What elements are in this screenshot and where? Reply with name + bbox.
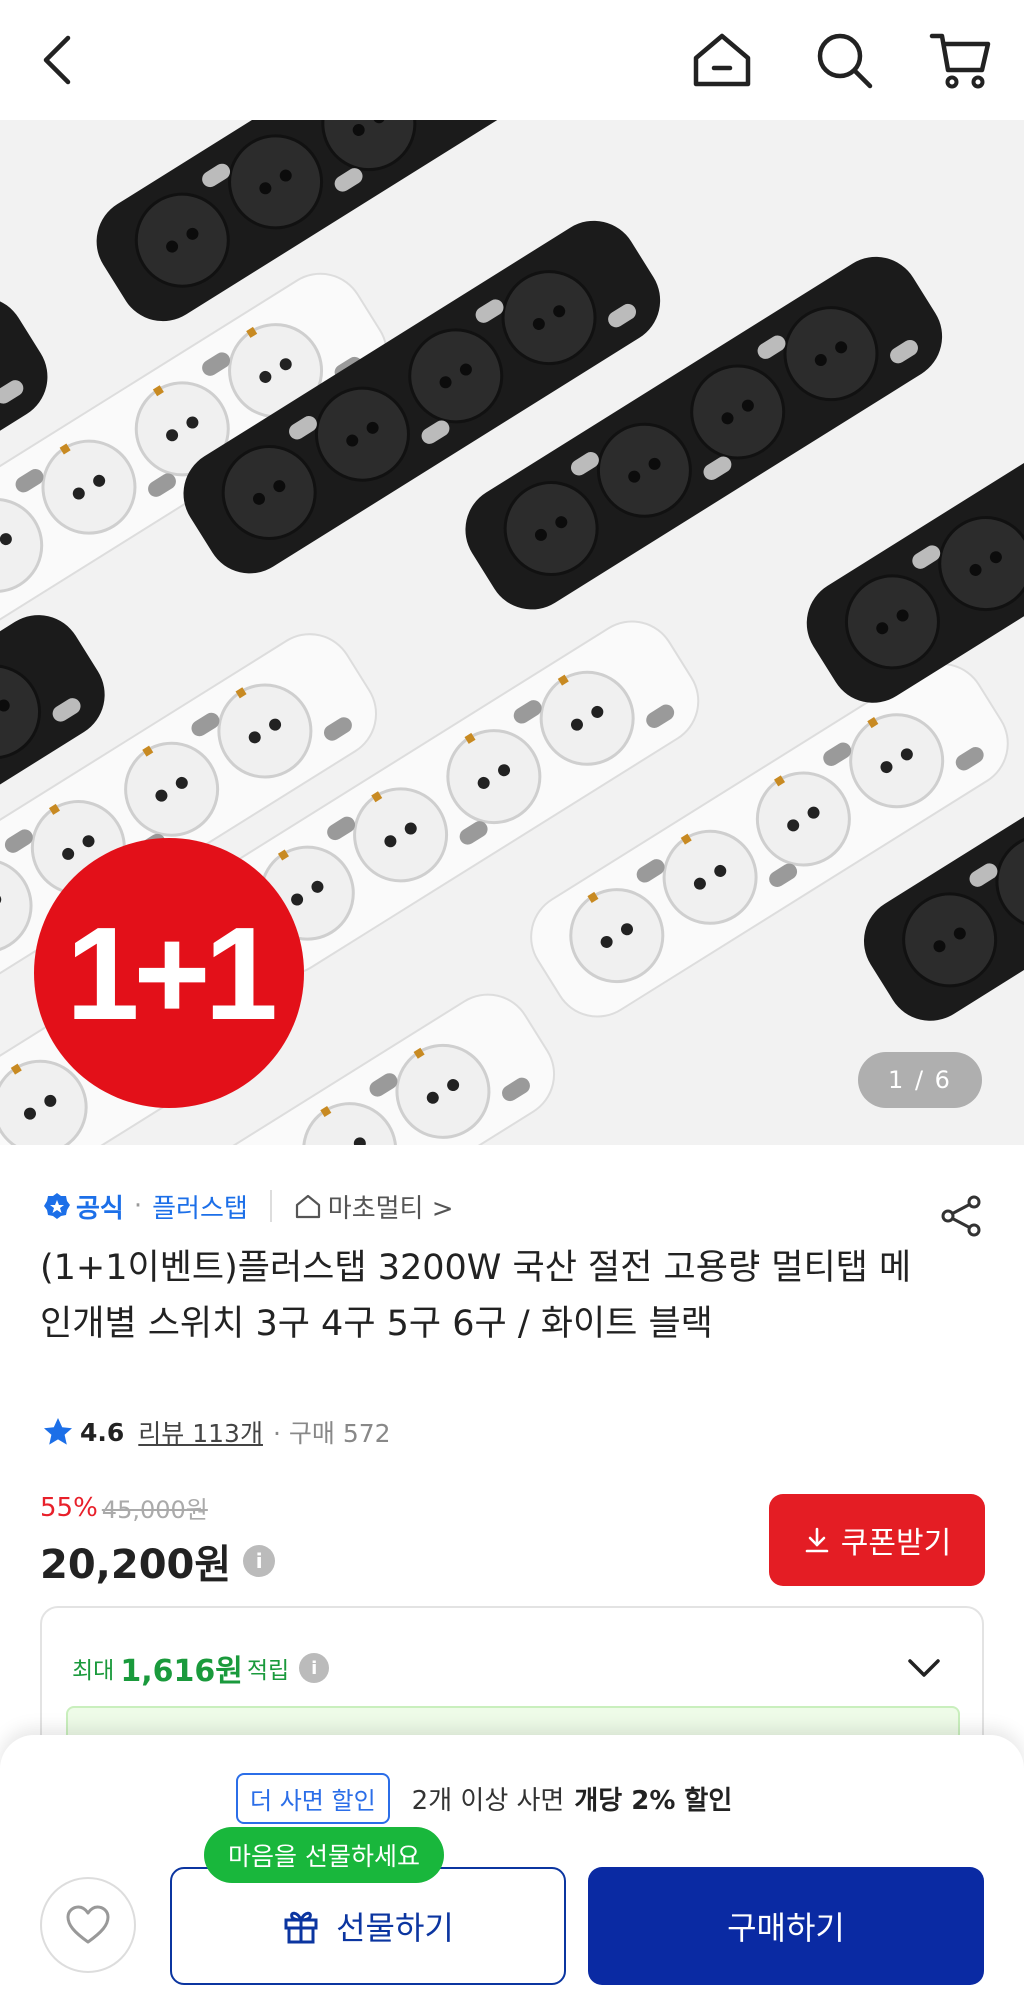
reviews-link[interactable]: 리뷰 113개 [138, 1414, 263, 1450]
share-button[interactable] [940, 1194, 984, 1238]
one-plus-one-badge: 1+1 [34, 838, 304, 1108]
star-icon [44, 1418, 72, 1445]
points-info-icon[interactable]: i [299, 1653, 330, 1683]
price-info-icon[interactable]: i [243, 1545, 276, 1577]
bulk-discount-rate: 개당 2% 할인 [574, 1786, 733, 1816]
heart-icon [66, 1905, 110, 1944]
final-price: 20,200원 [40, 1542, 232, 1588]
shop-name: 마초멀티 > [327, 1193, 454, 1224]
gift-button-label: 선물하기 [336, 1909, 454, 1947]
cart-icon [929, 33, 991, 89]
badge-check-icon [44, 1193, 70, 1219]
back-button[interactable] [28, 28, 92, 92]
home-icon [693, 33, 751, 87]
top-app-bar [0, 0, 1024, 120]
image-counter: 1 / 6 [858, 1052, 982, 1108]
seller-row: 공식 · 플러스탭 마초멀티 > [42, 1186, 454, 1226]
bulk-discount-text: 2개 이상 사면 [411, 1786, 565, 1816]
bulk-discount-row: 더 사면 할인 2개 이상 사면 개당 2% 할인 [236, 1773, 732, 1824]
product-title: (1+1이벤트)플러스탭 3200W 국산 절전 고용량 멀티탭 메인개별 스위… [40, 1248, 912, 1344]
search-button[interactable] [812, 28, 876, 92]
official-label: 공식 [76, 1193, 124, 1224]
purchase-count: · 구매 572 [272, 1419, 391, 1448]
points-row[interactable]: 최대 1,616원 적립 i [72, 1646, 330, 1690]
original-price: 45,000원 [101, 1496, 208, 1524]
buy-button[interactable]: 구매하기 [588, 1867, 984, 1985]
divider [269, 1190, 272, 1222]
official-badge: 공식 [42, 1188, 124, 1225]
share-icon [941, 1195, 981, 1237]
rating-score: 4.6 [80, 1417, 125, 1447]
separator-dot: · [133, 1191, 143, 1221]
home-button[interactable] [690, 28, 754, 92]
brand-link[interactable]: 플러스탭 [152, 1188, 248, 1225]
chevron-left-icon [43, 35, 71, 85]
points-prefix: 최대 [72, 1658, 115, 1684]
coupon-button[interactable]: 쿠폰받기 [769, 1494, 985, 1586]
points-amount: 1,616원 [120, 1654, 243, 1689]
product-image-carousel[interactable]: 1+1 1 / 6 [0, 120, 1024, 1145]
cart-button[interactable] [928, 28, 992, 92]
gift-icon [284, 1911, 318, 1944]
points-suffix: 적립 [246, 1658, 290, 1684]
chevron-down-icon[interactable] [904, 1648, 944, 1688]
download-icon [805, 1527, 829, 1553]
bulk-discount-tag: 더 사면 할인 [236, 1773, 390, 1824]
buy-button-label: 구매하기 [727, 1909, 845, 1947]
discount-row: 55% 45,000원 [40, 1490, 208, 1525]
gift-button[interactable]: 선물하기 [170, 1867, 566, 1985]
rating-row: 4.6 리뷰 113개 · 구매 572 [42, 1412, 391, 1452]
bottom-action-sheet: 더 사면 할인 2개 이상 사면 개당 2% 할인 선물하기 마음을 선물하세요… [0, 1735, 1024, 2007]
coupon-button-label: 쿠폰받기 [840, 1526, 952, 1561]
store-icon [295, 1194, 320, 1219]
discount-percent: 55% [40, 1492, 98, 1523]
gift-tooltip: 마음을 선물하세요 [204, 1827, 444, 1883]
purchase-count-text: 구매 572 [288, 1419, 391, 1448]
wishlist-button[interactable] [40, 1877, 136, 1973]
search-icon [817, 33, 873, 89]
price-row: 20,200원 i [40, 1532, 276, 1590]
shop-link[interactable]: 마초멀티 > [294, 1188, 454, 1225]
